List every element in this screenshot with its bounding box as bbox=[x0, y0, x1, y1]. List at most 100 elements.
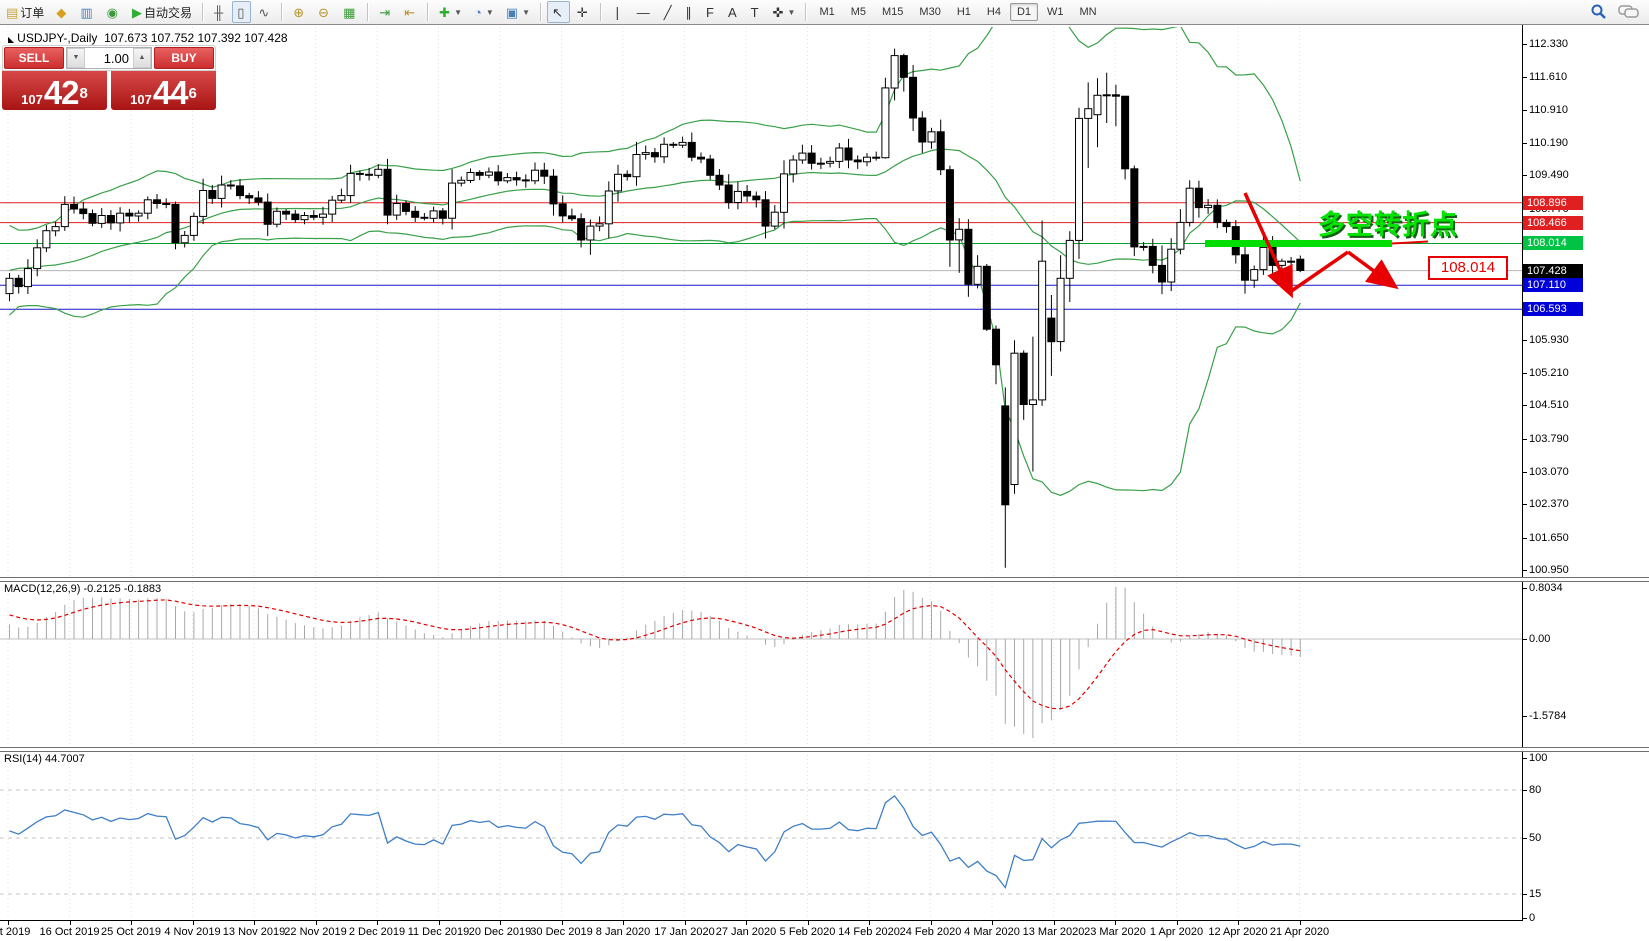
macd-tick-label: -1.5784 bbox=[1529, 710, 1566, 722]
price-tick-label: 110.190 bbox=[1529, 137, 1568, 149]
equidistant-channel-icon: ∥ bbox=[686, 6, 693, 19]
price-tick bbox=[1522, 44, 1527, 45]
date-tick bbox=[1115, 921, 1116, 925]
volume-decrease-button[interactable]: ▼ bbox=[67, 48, 85, 68]
price-chart-canvas[interactable] bbox=[0, 25, 1649, 941]
rsi-tick-label: 50 bbox=[1529, 832, 1541, 844]
chevron-down-icon[interactable]: ▼ bbox=[454, 8, 462, 17]
turning-point-annotation[interactable]: 多空转折点 bbox=[1318, 203, 1518, 242]
sell-button[interactable]: SELL bbox=[4, 47, 64, 69]
toolbar-chart-shift-button[interactable]: ⇤ bbox=[399, 1, 422, 23]
timeframe-d1-button[interactable]: D1 bbox=[1010, 3, 1038, 21]
sell-price-button[interactable]: 107428 bbox=[2, 71, 107, 110]
toolbar-market-watch-button[interactable]: ◆ bbox=[51, 1, 73, 23]
volume-value[interactable]: 1.00 bbox=[85, 51, 133, 66]
price-tick-label: 100.950 bbox=[1529, 564, 1569, 576]
timeframe-m1-button[interactable]: M1 bbox=[812, 3, 841, 21]
toolbar-arrows-button[interactable]: ✜▼ bbox=[768, 1, 801, 23]
toolbar-navigator-button[interactable]: ◉ bbox=[102, 1, 125, 23]
toolbar-data-window-button[interactable]: ▥ bbox=[75, 1, 99, 23]
crosshair-icon: ✛ bbox=[577, 6, 588, 19]
toolbar-auto-scroll-button[interactable]: ⇥ bbox=[374, 1, 397, 23]
toolbar-cursor-button[interactable]: ↖ bbox=[547, 1, 570, 23]
date-tick-label: 12 Apr 2020 bbox=[1208, 926, 1267, 938]
toolbar-tile-windows-button[interactable]: ▦ bbox=[338, 1, 362, 23]
rsi-panel-divider[interactable] bbox=[0, 747, 1649, 752]
toolbar-trendline-button[interactable]: ╱ bbox=[659, 1, 679, 23]
toolbar-vertical-line-button[interactable]: ❘ bbox=[607, 1, 630, 23]
toolbar-bar-chart-button[interactable]: ╫ bbox=[209, 1, 230, 23]
price-tick bbox=[1522, 143, 1527, 144]
timeframe-mn-button[interactable]: MN bbox=[1073, 3, 1104, 21]
price-tick-label: 111.610 bbox=[1529, 71, 1567, 83]
line-chart-icon: ∿ bbox=[258, 6, 269, 19]
date-tick bbox=[254, 921, 255, 925]
volume-increase-button[interactable]: ▲ bbox=[133, 48, 151, 68]
comments-icon[interactable] bbox=[1617, 3, 1641, 21]
timeframe-h4-button[interactable]: H4 bbox=[980, 3, 1008, 21]
date-tick bbox=[316, 921, 317, 925]
new-order-icon: ▤ bbox=[6, 6, 18, 19]
date-tick bbox=[562, 921, 563, 925]
toolbar-separator bbox=[281, 3, 283, 21]
volume-stepper[interactable]: ▼ 1.00 ▲ bbox=[66, 47, 152, 69]
price-tick bbox=[1522, 504, 1527, 505]
chevron-down-icon[interactable]: ▼ bbox=[788, 8, 796, 17]
data-window-icon: ▥ bbox=[80, 6, 92, 19]
date-tick-label: 22 Nov 2019 bbox=[284, 926, 346, 938]
toolbar-text-label-button[interactable]: T bbox=[746, 1, 766, 23]
date-tick bbox=[1177, 921, 1178, 925]
auto-scroll-icon: ⇥ bbox=[379, 6, 390, 19]
rsi-indicator-label: RSI(14) 44.7007 bbox=[4, 753, 85, 765]
candlestick-chart-icon: ▯ bbox=[237, 6, 244, 19]
toolbar-new-order-button[interactable]: ▤订单 bbox=[1, 1, 49, 23]
timeframe-m5-button[interactable]: M5 bbox=[844, 3, 873, 21]
toolbar-crosshair-button[interactable]: ✛ bbox=[572, 1, 595, 23]
toolbar-templates-button[interactable]: ▣▼ bbox=[501, 1, 535, 23]
toolbar-horizontal-line-button[interactable]: ― bbox=[632, 1, 657, 23]
date-tick-label: 4 Nov 2019 bbox=[164, 926, 220, 938]
toolbar-indicators-button[interactable]: ✚▼ bbox=[434, 1, 467, 23]
timeframe-w1-button[interactable]: W1 bbox=[1040, 3, 1071, 21]
price-badge-106.593: 106.593 bbox=[1523, 302, 1583, 316]
toolbar-line-chart-button[interactable]: ∿ bbox=[253, 1, 276, 23]
price-level-callout-box[interactable]: 108.014 bbox=[1428, 256, 1508, 280]
toolbar-text-button[interactable]: A bbox=[723, 1, 744, 23]
price-tick bbox=[1522, 439, 1527, 440]
buy-price-button[interactable]: 107446 bbox=[111, 71, 216, 110]
buy-button[interactable]: BUY bbox=[154, 47, 214, 69]
date-tick bbox=[1238, 921, 1239, 925]
price-tick bbox=[1522, 373, 1527, 374]
timeframe-m30-button[interactable]: M30 bbox=[912, 3, 947, 21]
date-tick bbox=[377, 921, 378, 925]
price-tick bbox=[1522, 538, 1527, 539]
toolbar-equidistant-channel-button[interactable]: ∥ bbox=[681, 1, 700, 23]
date-tick-label: 21 Apr 2020 bbox=[1270, 926, 1329, 938]
date-tick-label: 30 Dec 2019 bbox=[530, 926, 592, 938]
fibonacci-icon: F bbox=[706, 6, 714, 19]
rsi-tick-label: 80 bbox=[1529, 784, 1541, 796]
buy-price-figure: 107 bbox=[130, 92, 152, 107]
toolbar-fibonacci-button[interactable]: F bbox=[701, 1, 721, 23]
buy-price-pips: 44 bbox=[153, 79, 188, 107]
price-tick-label: 110.910 bbox=[1529, 104, 1568, 116]
toolbar-separator bbox=[427, 3, 429, 21]
chart-surface[interactable]: ◣USDJPY-,Daily 107.673 107.752 107.392 1… bbox=[0, 25, 1649, 941]
date-tick-label: 13 Nov 2019 bbox=[223, 926, 285, 938]
toolbar-auto-trading-button[interactable]: ▶自动交易 bbox=[127, 1, 197, 23]
price-tick bbox=[1522, 472, 1527, 473]
chevron-down-icon[interactable]: ▼ bbox=[486, 8, 494, 17]
toolbar-candlestick-chart-button[interactable]: ▯ bbox=[232, 1, 251, 23]
timeframe-m15-button[interactable]: M15 bbox=[875, 3, 910, 21]
toolbar-zoom-in-button[interactable]: ⊕ bbox=[288, 1, 311, 23]
chevron-down-icon[interactable]: ▼ bbox=[522, 8, 530, 17]
timeframe-h1-button[interactable]: H1 bbox=[950, 3, 978, 21]
macd-panel-divider[interactable] bbox=[0, 577, 1649, 582]
toolbar-separator bbox=[600, 3, 602, 21]
toolbar-zoom-out-button[interactable]: ⊖ bbox=[313, 1, 336, 23]
search-icon[interactable] bbox=[1589, 3, 1609, 21]
macd-tick bbox=[1522, 588, 1527, 589]
toolbar-periods-button[interactable]: ◔▼ bbox=[469, 1, 499, 23]
price-badge-108.896: 108.896 bbox=[1523, 196, 1583, 210]
toolbar-divider bbox=[0, 24, 1649, 25]
